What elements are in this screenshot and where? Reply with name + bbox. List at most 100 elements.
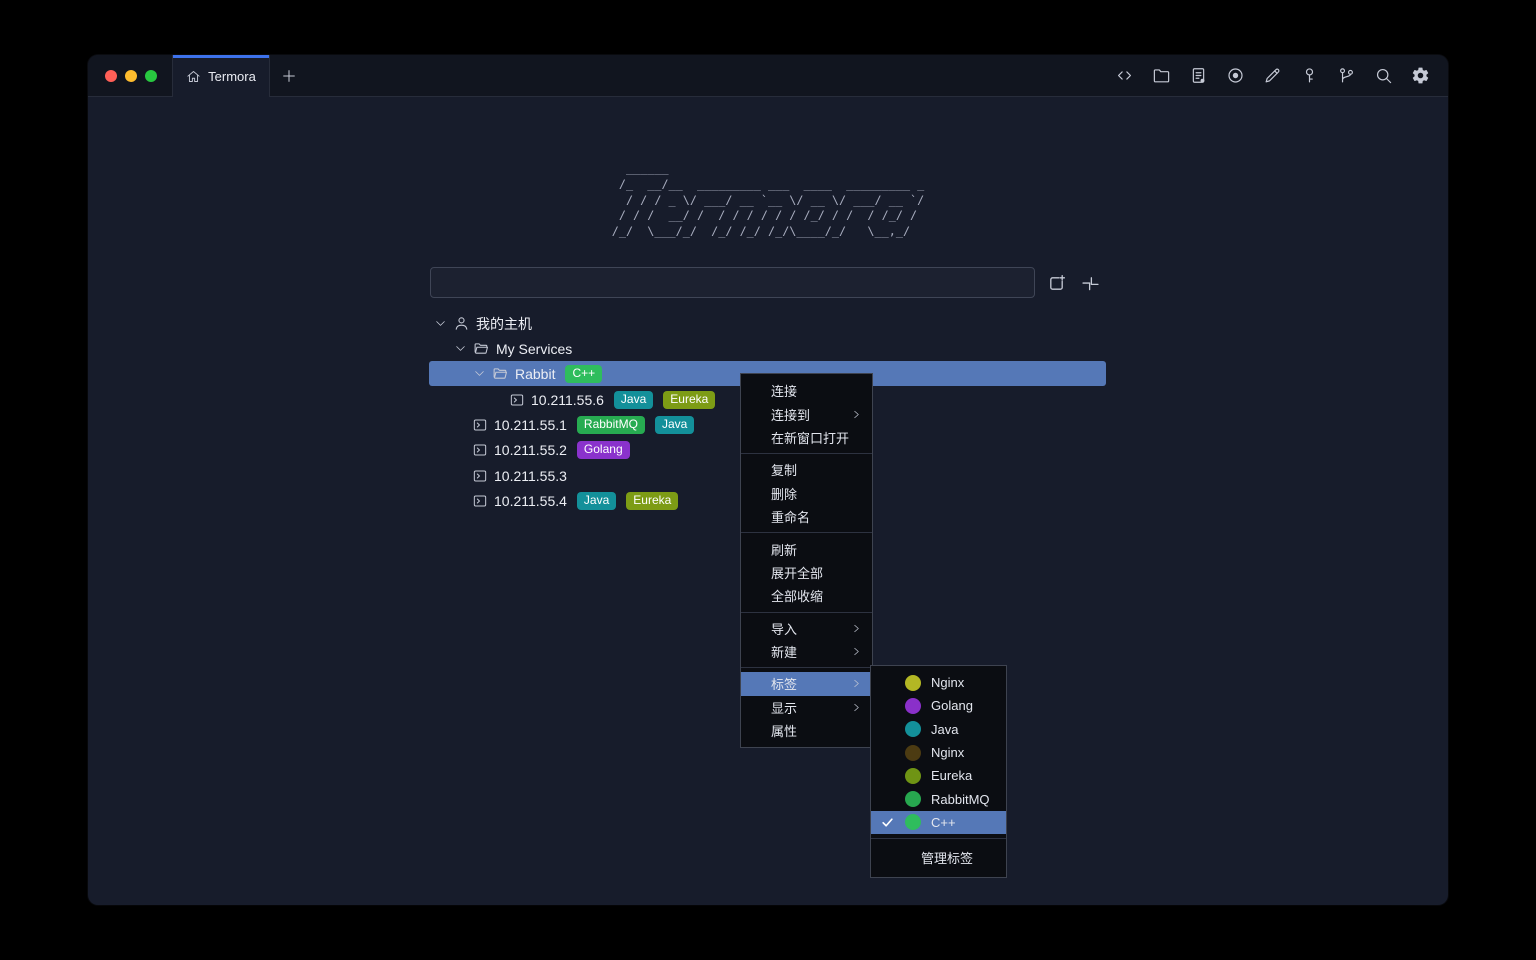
submenu-item-manage-tags[interactable]: 管理标签: [871, 843, 1006, 872]
person-icon: [453, 315, 470, 332]
tag-color-dot: [905, 768, 921, 784]
folder-open-icon: [473, 340, 490, 357]
tree-row-my-hosts[interactable]: 我的主机: [88, 311, 1448, 336]
layout-toggle-icon[interactable]: [1077, 270, 1103, 296]
submenu-item-cpp[interactable]: C++: [871, 811, 1006, 834]
menu-item-label: 在新窗口打开: [771, 428, 849, 447]
menu-item-label: 新建: [771, 642, 797, 661]
menu-separator: [741, 453, 872, 454]
menu-item-properties[interactable]: 属性: [741, 719, 872, 742]
desktop: Termora: [0, 0, 1536, 960]
traffic-lights: [88, 55, 172, 96]
tree-row-label: Rabbit: [515, 366, 555, 382]
submenu-item-label: Nginx: [931, 745, 964, 760]
menu-item-label: 全部收缩: [771, 586, 823, 605]
menu-item-label: 删除: [771, 484, 797, 503]
tag-badge: Java: [577, 492, 616, 510]
tree-row-label: 10.211.55.1: [494, 417, 567, 433]
menu-item-copy[interactable]: 复制: [741, 458, 872, 481]
active-tab-accent: [173, 55, 269, 58]
menu-item-connect[interactable]: 连接: [741, 379, 872, 402]
tag-submenu: Nginx Golang Java Nginx Eureka RabbitMQ …: [870, 665, 1007, 878]
tab-termora[interactable]: Termora: [172, 55, 270, 97]
menu-item-refresh[interactable]: 刷新: [741, 537, 872, 560]
submenu-item-label: Nginx: [931, 675, 964, 690]
submenu-item-nginx-2[interactable]: Nginx: [871, 741, 1006, 764]
edit-icon[interactable]: [1259, 63, 1285, 89]
tree-row-label: My Services: [496, 341, 572, 357]
submenu-item-eureka[interactable]: Eureka: [871, 764, 1006, 787]
submenu-item-java[interactable]: Java: [871, 718, 1006, 741]
menu-item-label: 连接到: [771, 405, 810, 424]
menu-item-tags[interactable]: 标签: [741, 672, 872, 695]
submenu-item-nginx[interactable]: Nginx: [871, 671, 1006, 694]
ascii-logo: ______ /_ __/__ _________ ___ ____ _____…: [612, 161, 925, 240]
menu-item-open-in-new-window[interactable]: 在新窗口打开: [741, 426, 872, 449]
menu-item-label: 刷新: [771, 540, 797, 559]
search-icon[interactable]: [1370, 63, 1396, 89]
home-icon: [186, 69, 201, 84]
menu-item-new[interactable]: 新建: [741, 640, 872, 663]
submenu-item-label: Eureka: [931, 768, 972, 783]
submenu-item-label: 管理标签: [921, 848, 973, 867]
menu-item-expand-all[interactable]: 展开全部: [741, 561, 872, 584]
tag-badge: Java: [655, 416, 694, 434]
submenu-item-golang[interactable]: Golang: [871, 694, 1006, 717]
menu-item-delete[interactable]: 删除: [741, 482, 872, 505]
submenu-item-rabbitmq[interactable]: RabbitMQ: [871, 787, 1006, 810]
menu-item-rename[interactable]: 重命名: [741, 505, 872, 528]
menu-item-collapse-all[interactable]: 全部收缩: [741, 584, 872, 607]
chevron-right-icon: [851, 409, 862, 420]
menu-item-label: 导入: [771, 619, 797, 638]
folder-open-icon: [492, 365, 509, 382]
app-window: Termora: [88, 55, 1448, 905]
checkmark-icon: [879, 816, 895, 829]
log-file-icon[interactable]: [1185, 63, 1211, 89]
menu-item-label: 显示: [771, 698, 797, 717]
chevron-down-icon[interactable]: [473, 367, 486, 380]
terminal-icon: [472, 468, 488, 484]
menu-separator: [741, 667, 872, 668]
tree-row-label: 10.211.55.3: [494, 468, 567, 484]
menu-separator: [741, 532, 872, 533]
tag-badge: RabbitMQ: [577, 416, 645, 434]
minimize-window-button[interactable]: [125, 70, 137, 82]
settings-icon[interactable]: [1407, 63, 1433, 89]
menu-item-label: 重命名: [771, 507, 810, 526]
tag-color-dot: [905, 721, 921, 737]
tree-row-label: 10.211.55.2: [494, 442, 567, 458]
menu-separator: [741, 612, 872, 613]
key-icon[interactable]: [1296, 63, 1322, 89]
tag-color-dot: [905, 791, 921, 807]
tag-badge: Eureka: [626, 492, 678, 510]
new-tab-button[interactable]: [270, 55, 308, 96]
terminal-icon: [509, 392, 525, 408]
chevron-right-icon: [851, 646, 862, 657]
zoom-window-button[interactable]: [145, 70, 157, 82]
submenu-item-label: C++: [931, 815, 956, 830]
tab-label: Termora: [208, 69, 256, 84]
menu-item-show[interactable]: 显示: [741, 696, 872, 719]
toolbar: [1111, 55, 1448, 96]
submenu-item-label: RabbitMQ: [931, 792, 990, 807]
menu-item-label: 属性: [771, 721, 797, 740]
folder-icon[interactable]: [1148, 63, 1174, 89]
branch-icon[interactable]: [1333, 63, 1359, 89]
chevron-down-icon[interactable]: [454, 342, 467, 355]
chevron-down-icon[interactable]: [434, 317, 447, 330]
record-icon[interactable]: [1222, 63, 1248, 89]
code-icon[interactable]: [1111, 63, 1137, 89]
menu-item-import[interactable]: 导入: [741, 617, 872, 640]
tree-row-my-services[interactable]: My Services: [88, 336, 1448, 361]
menu-separator: [871, 838, 1006, 839]
menu-item-label: 复制: [771, 460, 797, 479]
add-host-icon[interactable]: [1043, 270, 1069, 296]
close-window-button[interactable]: [105, 70, 117, 82]
tag-color-dot: [905, 745, 921, 761]
menu-item-connect-to[interactable]: 连接到: [741, 402, 872, 425]
tag-color-dot: [905, 814, 921, 830]
menu-item-label: 展开全部: [771, 563, 823, 582]
host-search-input[interactable]: [430, 267, 1035, 298]
context-menu: 连接 连接到 在新窗口打开 复制 删除 重命名 刷新 展开全部 全部收缩 导入 …: [740, 373, 873, 748]
tag-badge: Java: [614, 391, 653, 409]
